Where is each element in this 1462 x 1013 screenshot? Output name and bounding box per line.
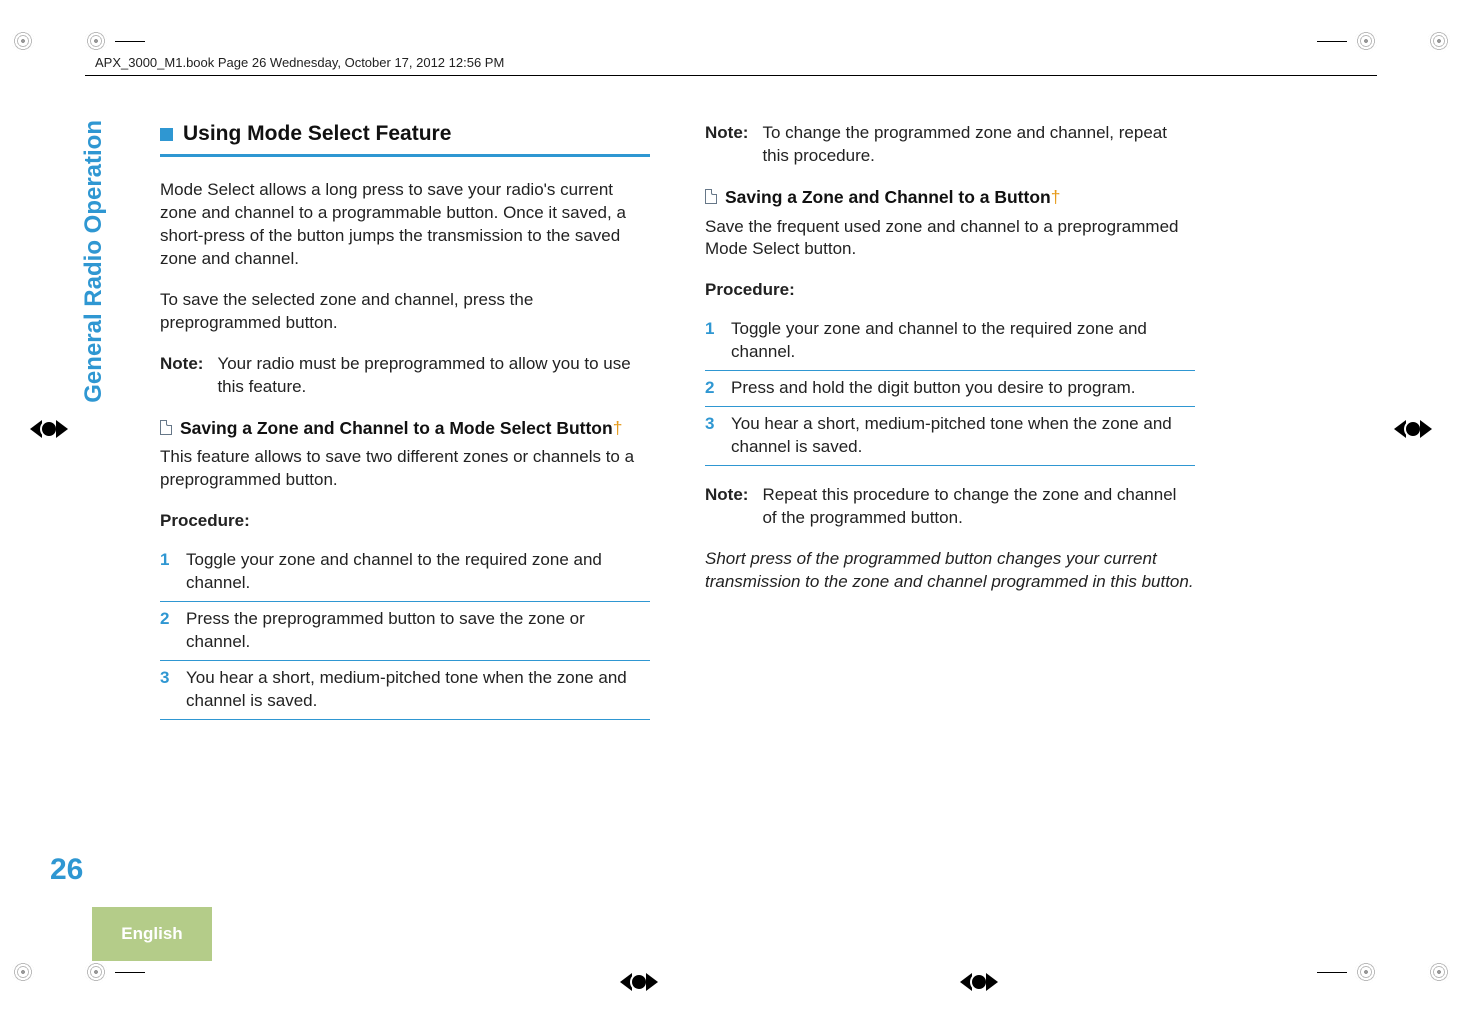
note-block: Note: To change the programmed zone and … — [705, 122, 1195, 168]
subsection-header: Saving a Zone and Channel to a Button† — [705, 186, 1195, 210]
reg-mark-tr — [1428, 30, 1450, 52]
note-label: Note: — [705, 484, 748, 530]
step-text: Toggle your zone and channel to the requ… — [731, 318, 1195, 364]
step-number: 1 — [160, 549, 174, 595]
dagger-marker: † — [1051, 187, 1061, 207]
note-body: To change the programmed zone and channe… — [762, 122, 1195, 168]
step-number: 2 — [160, 608, 174, 654]
closing-note: Short press of the programmed button cha… — [705, 548, 1195, 594]
step-text: You hear a short, medium-pitched tone wh… — [731, 413, 1195, 459]
note-body: Repeat this procedure to change the zone… — [762, 484, 1195, 530]
subsection-title-text: Saving a Zone and Channel to a Button — [725, 187, 1051, 207]
crop-arrow-left — [30, 420, 68, 438]
body-para: Mode Select allows a long press to save … — [160, 179, 650, 271]
step-number: 3 — [705, 413, 719, 459]
body-para: To save the selected zone and channel, p… — [160, 289, 650, 335]
page-icon — [160, 420, 172, 435]
left-column: Using Mode Select Feature Mode Select al… — [160, 120, 650, 720]
section-underline — [160, 154, 650, 157]
step-divider — [705, 465, 1195, 466]
step-number: 1 — [705, 318, 719, 364]
dagger-marker: † — [613, 418, 623, 438]
right-column: Note: To change the programmed zone and … — [705, 120, 1195, 720]
body-para: Save the frequent used zone and channel … — [705, 216, 1195, 262]
subsection-title-text: Saving a Zone and Channel to a Mode Sele… — [180, 418, 613, 438]
content-columns: Using Mode Select Feature Mode Select al… — [160, 120, 1367, 720]
procedure-step: 3 You hear a short, medium-pitched tone … — [705, 406, 1195, 465]
step-text: Toggle your zone and channel to the requ… — [186, 549, 650, 595]
running-head: APX_3000_M1.book Page 26 Wednesday, Octo… — [95, 55, 504, 70]
body-para: This feature allows to save two differen… — [160, 446, 650, 492]
note-block: Note: Your radio must be preprogrammed t… — [160, 353, 650, 399]
reg-mark-bl — [12, 961, 34, 983]
procedure-step: 2 Press and hold the digit button you de… — [705, 370, 1195, 406]
procedure-label: Procedure: — [160, 510, 650, 533]
section-title-row: Using Mode Select Feature — [160, 120, 650, 148]
section-title: Using Mode Select Feature — [183, 120, 451, 148]
procedure-label: Procedure: — [705, 279, 1195, 302]
subsection-title: Saving a Zone and Channel to a Mode Sele… — [180, 417, 622, 441]
reg-mark-br — [1428, 961, 1450, 983]
crop-arrow-right — [1394, 420, 1432, 438]
note-label: Note: — [705, 122, 748, 168]
step-number: 2 — [705, 377, 719, 400]
procedure-step: 1 Toggle your zone and channel to the re… — [705, 312, 1195, 370]
page-icon — [705, 189, 717, 204]
note-block: Note: Repeat this procedure to change th… — [705, 484, 1195, 530]
side-section-label: General Radio Operation — [80, 120, 108, 420]
procedure-step: 1 Toggle your zone and channel to the re… — [160, 543, 650, 601]
page-number: 26 — [50, 853, 83, 887]
reg-mark-tl — [12, 30, 34, 52]
step-text: Press and hold the digit button you desi… — [731, 377, 1195, 400]
page-frame: APX_3000_M1.book Page 26 Wednesday, Octo… — [85, 25, 1377, 988]
subsection-title: Saving a Zone and Channel to a Button† — [725, 186, 1060, 210]
subsection-header: Saving a Zone and Channel to a Mode Sele… — [160, 417, 650, 441]
note-label: Note: — [160, 353, 203, 399]
step-divider — [160, 719, 650, 720]
procedure-step: 2 Press the preprogrammed button to save… — [160, 601, 650, 660]
language-tab: English — [92, 907, 212, 961]
procedure-step: 3 You hear a short, medium-pitched tone … — [160, 660, 650, 719]
section-bullet-icon — [160, 128, 173, 141]
note-body: Your radio must be preprogrammed to allo… — [217, 353, 650, 399]
step-number: 3 — [160, 667, 174, 713]
step-text: You hear a short, medium-pitched tone wh… — [186, 667, 650, 713]
step-text: Press the preprogrammed button to save t… — [186, 608, 650, 654]
header-rule — [85, 75, 1377, 76]
